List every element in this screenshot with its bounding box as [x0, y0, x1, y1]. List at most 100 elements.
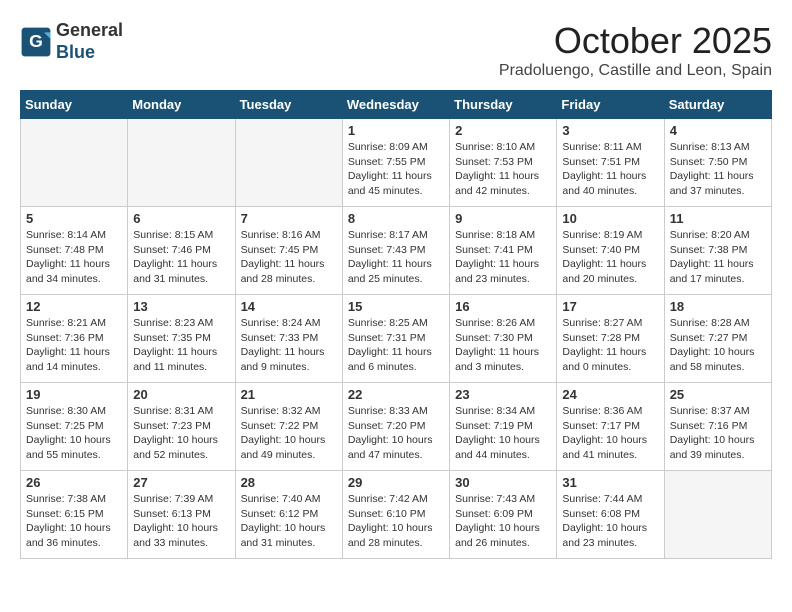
month-title: October 2025 [499, 20, 772, 62]
calendar-cell: 10 Sunrise: 8:19 AMSunset: 7:40 PMDayligh… [557, 207, 664, 295]
calendar-cell: 17Sunrise: 8:27 AMSunset: 7:28 PMDayligh… [557, 295, 664, 383]
day-info: Sunrise: 8:17 AMSunset: 7:43 PMDaylight:… [348, 228, 444, 287]
calendar-cell: 14Sunrise: 8:24 AMSunset: 7:33 PMDayligh… [235, 295, 342, 383]
calendar-body: 1 Sunrise: 8:09 AMSunset: 7:55 PMDaylight… [21, 119, 772, 559]
day-number: 13 [133, 299, 229, 314]
calendar-cell [235, 119, 342, 207]
day-info: Sunrise: 8:32 AMSunset: 7:22 PMDaylight:… [241, 404, 337, 463]
calendar-table: SundayMondayTuesdayWednesdayThursdayFrid… [20, 90, 772, 559]
logo-general: General [56, 20, 123, 42]
day-number: 11 [670, 211, 766, 226]
weekday-header: Monday [128, 91, 235, 119]
day-number: 5 [26, 211, 122, 226]
location: Pradoluengo, Castille and Leon, Spain [499, 62, 772, 80]
day-number: 24 [562, 387, 658, 402]
calendar-cell [128, 119, 235, 207]
weekday-header: Sunday [21, 91, 128, 119]
day-number: 6 [133, 211, 229, 226]
day-info: Sunrise: 8:27 AMSunset: 7:28 PMDaylight:… [562, 316, 658, 375]
calendar-cell: 22 Sunrise: 8:33 AMSunset: 7:20 PMDayligh… [342, 383, 449, 471]
day-info: Sunrise: 7:43 AMSunset: 6:09 PMDaylight:… [455, 492, 551, 551]
logo-blue: Blue [56, 42, 123, 64]
day-info: Sunrise: 8:31 AMSunset: 7:23 PMDaylight:… [133, 404, 229, 463]
calendar-cell: 30 Sunrise: 7:43 AMSunset: 6:09 PMDayligh… [450, 471, 557, 559]
calendar-cell: 1 Sunrise: 8:09 AMSunset: 7:55 PMDaylight… [342, 119, 449, 207]
day-info: Sunrise: 8:36 AMSunset: 7:17 PMDaylight:… [562, 404, 658, 463]
calendar-cell: 28 Sunrise: 7:40 AMSunset: 6:12 PMDayligh… [235, 471, 342, 559]
title-block: October 2025 Pradoluengo, Castille and L… [499, 20, 772, 80]
day-info: Sunrise: 8:11 AMSunset: 7:51 PMDaylight:… [562, 140, 658, 199]
day-info: Sunrise: 8:33 AMSunset: 7:20 PMDaylight:… [348, 404, 444, 463]
day-number: 8 [348, 211, 444, 226]
calendar-cell: 3 Sunrise: 8:11 AMSunset: 7:51 PMDaylight… [557, 119, 664, 207]
day-info: Sunrise: 8:26 AMSunset: 7:30 PMDaylight:… [455, 316, 551, 375]
day-info: Sunrise: 8:18 AMSunset: 7:41 PMDaylight:… [455, 228, 551, 287]
calendar-week-row: 19 Sunrise: 8:30 AMSunset: 7:25 PMDayligh… [21, 383, 772, 471]
calendar-cell: 12Sunrise: 8:21 AMSunset: 7:36 PMDayligh… [21, 295, 128, 383]
day-number: 12 [26, 299, 122, 314]
weekday-header: Friday [557, 91, 664, 119]
calendar-cell: 24 Sunrise: 8:36 AMSunset: 7:17 PMDayligh… [557, 383, 664, 471]
logo-icon: G [20, 26, 52, 58]
day-number: 1 [348, 123, 444, 138]
calendar-cell: 19 Sunrise: 8:30 AMSunset: 7:25 PMDayligh… [21, 383, 128, 471]
calendar-week-row: 12Sunrise: 8:21 AMSunset: 7:36 PMDayligh… [21, 295, 772, 383]
day-number: 18 [670, 299, 766, 314]
calendar-week-row: 1 Sunrise: 8:09 AMSunset: 7:55 PMDaylight… [21, 119, 772, 207]
calendar-cell: 27Sunrise: 7:39 AMSunset: 6:13 PMDayligh… [128, 471, 235, 559]
calendar-cell [21, 119, 128, 207]
calendar-cell: 23 Sunrise: 8:34 AMSunset: 7:19 PMDayligh… [450, 383, 557, 471]
weekday-header: Saturday [664, 91, 771, 119]
page-header: G General Blue October 2025 Pradoluengo,… [20, 20, 772, 80]
calendar-cell: 29Sunrise: 7:42 AMSunset: 6:10 PMDayligh… [342, 471, 449, 559]
weekday-header: Wednesday [342, 91, 449, 119]
weekday-header: Thursday [450, 91, 557, 119]
day-number: 7 [241, 211, 337, 226]
day-number: 25 [670, 387, 766, 402]
day-number: 16 [455, 299, 551, 314]
day-info: Sunrise: 8:28 AMSunset: 7:27 PMDaylight:… [670, 316, 766, 375]
day-info: Sunrise: 8:34 AMSunset: 7:19 PMDaylight:… [455, 404, 551, 463]
day-number: 28 [241, 475, 337, 490]
calendar-cell: 15 Sunrise: 8:25 AMSunset: 7:31 PMDayligh… [342, 295, 449, 383]
day-info: Sunrise: 8:16 AMSunset: 7:45 PMDaylight:… [241, 228, 337, 287]
day-number: 14 [241, 299, 337, 314]
day-number: 23 [455, 387, 551, 402]
logo: G General Blue [20, 20, 123, 63]
day-number: 3 [562, 123, 658, 138]
day-number: 20 [133, 387, 229, 402]
day-info: Sunrise: 8:13 AMSunset: 7:50 PMDaylight:… [670, 140, 766, 199]
calendar-week-row: 5Sunrise: 8:14 AMSunset: 7:48 PMDaylight… [21, 207, 772, 295]
day-info: Sunrise: 7:40 AMSunset: 6:12 PMDaylight:… [241, 492, 337, 551]
calendar-cell: 11 Sunrise: 8:20 AMSunset: 7:38 PMDayligh… [664, 207, 771, 295]
calendar-cell: 4 Sunrise: 8:13 AMSunset: 7:50 PMDaylight… [664, 119, 771, 207]
day-number: 19 [26, 387, 122, 402]
day-info: Sunrise: 8:19 AMSunset: 7:40 PMDaylight:… [562, 228, 658, 287]
day-info: Sunrise: 7:38 AMSunset: 6:15 PMDaylight:… [26, 492, 122, 551]
day-number: 30 [455, 475, 551, 490]
svg-text:G: G [29, 30, 43, 50]
day-number: 22 [348, 387, 444, 402]
day-number: 15 [348, 299, 444, 314]
calendar-week-row: 26 Sunrise: 7:38 AMSunset: 6:15 PMDayligh… [21, 471, 772, 559]
day-number: 4 [670, 123, 766, 138]
day-number: 31 [562, 475, 658, 490]
day-info: Sunrise: 8:30 AMSunset: 7:25 PMDaylight:… [26, 404, 122, 463]
day-info: Sunrise: 8:25 AMSunset: 7:31 PMDaylight:… [348, 316, 444, 375]
day-number: 10 [562, 211, 658, 226]
day-info: Sunrise: 7:44 AMSunset: 6:08 PMDaylight:… [562, 492, 658, 551]
calendar-cell: 20 Sunrise: 8:31 AMSunset: 7:23 PMDayligh… [128, 383, 235, 471]
calendar-cell: 26 Sunrise: 7:38 AMSunset: 6:15 PMDayligh… [21, 471, 128, 559]
day-info: Sunrise: 8:10 AMSunset: 7:53 PMDaylight:… [455, 140, 551, 199]
day-number: 26 [26, 475, 122, 490]
day-info: Sunrise: 7:42 AMSunset: 6:10 PMDaylight:… [348, 492, 444, 551]
day-info: Sunrise: 8:20 AMSunset: 7:38 PMDaylight:… [670, 228, 766, 287]
day-number: 21 [241, 387, 337, 402]
calendar-header-row: SundayMondayTuesdayWednesdayThursdayFrid… [21, 91, 772, 119]
calendar-cell: 31 Sunrise: 7:44 AMSunset: 6:08 PMDayligh… [557, 471, 664, 559]
calendar-cell: 16 Sunrise: 8:26 AMSunset: 7:30 PMDayligh… [450, 295, 557, 383]
day-info: Sunrise: 7:39 AMSunset: 6:13 PMDaylight:… [133, 492, 229, 551]
day-info: Sunrise: 8:09 AMSunset: 7:55 PMDaylight:… [348, 140, 444, 199]
calendar-cell: 21 Sunrise: 8:32 AMSunset: 7:22 PMDayligh… [235, 383, 342, 471]
day-number: 9 [455, 211, 551, 226]
